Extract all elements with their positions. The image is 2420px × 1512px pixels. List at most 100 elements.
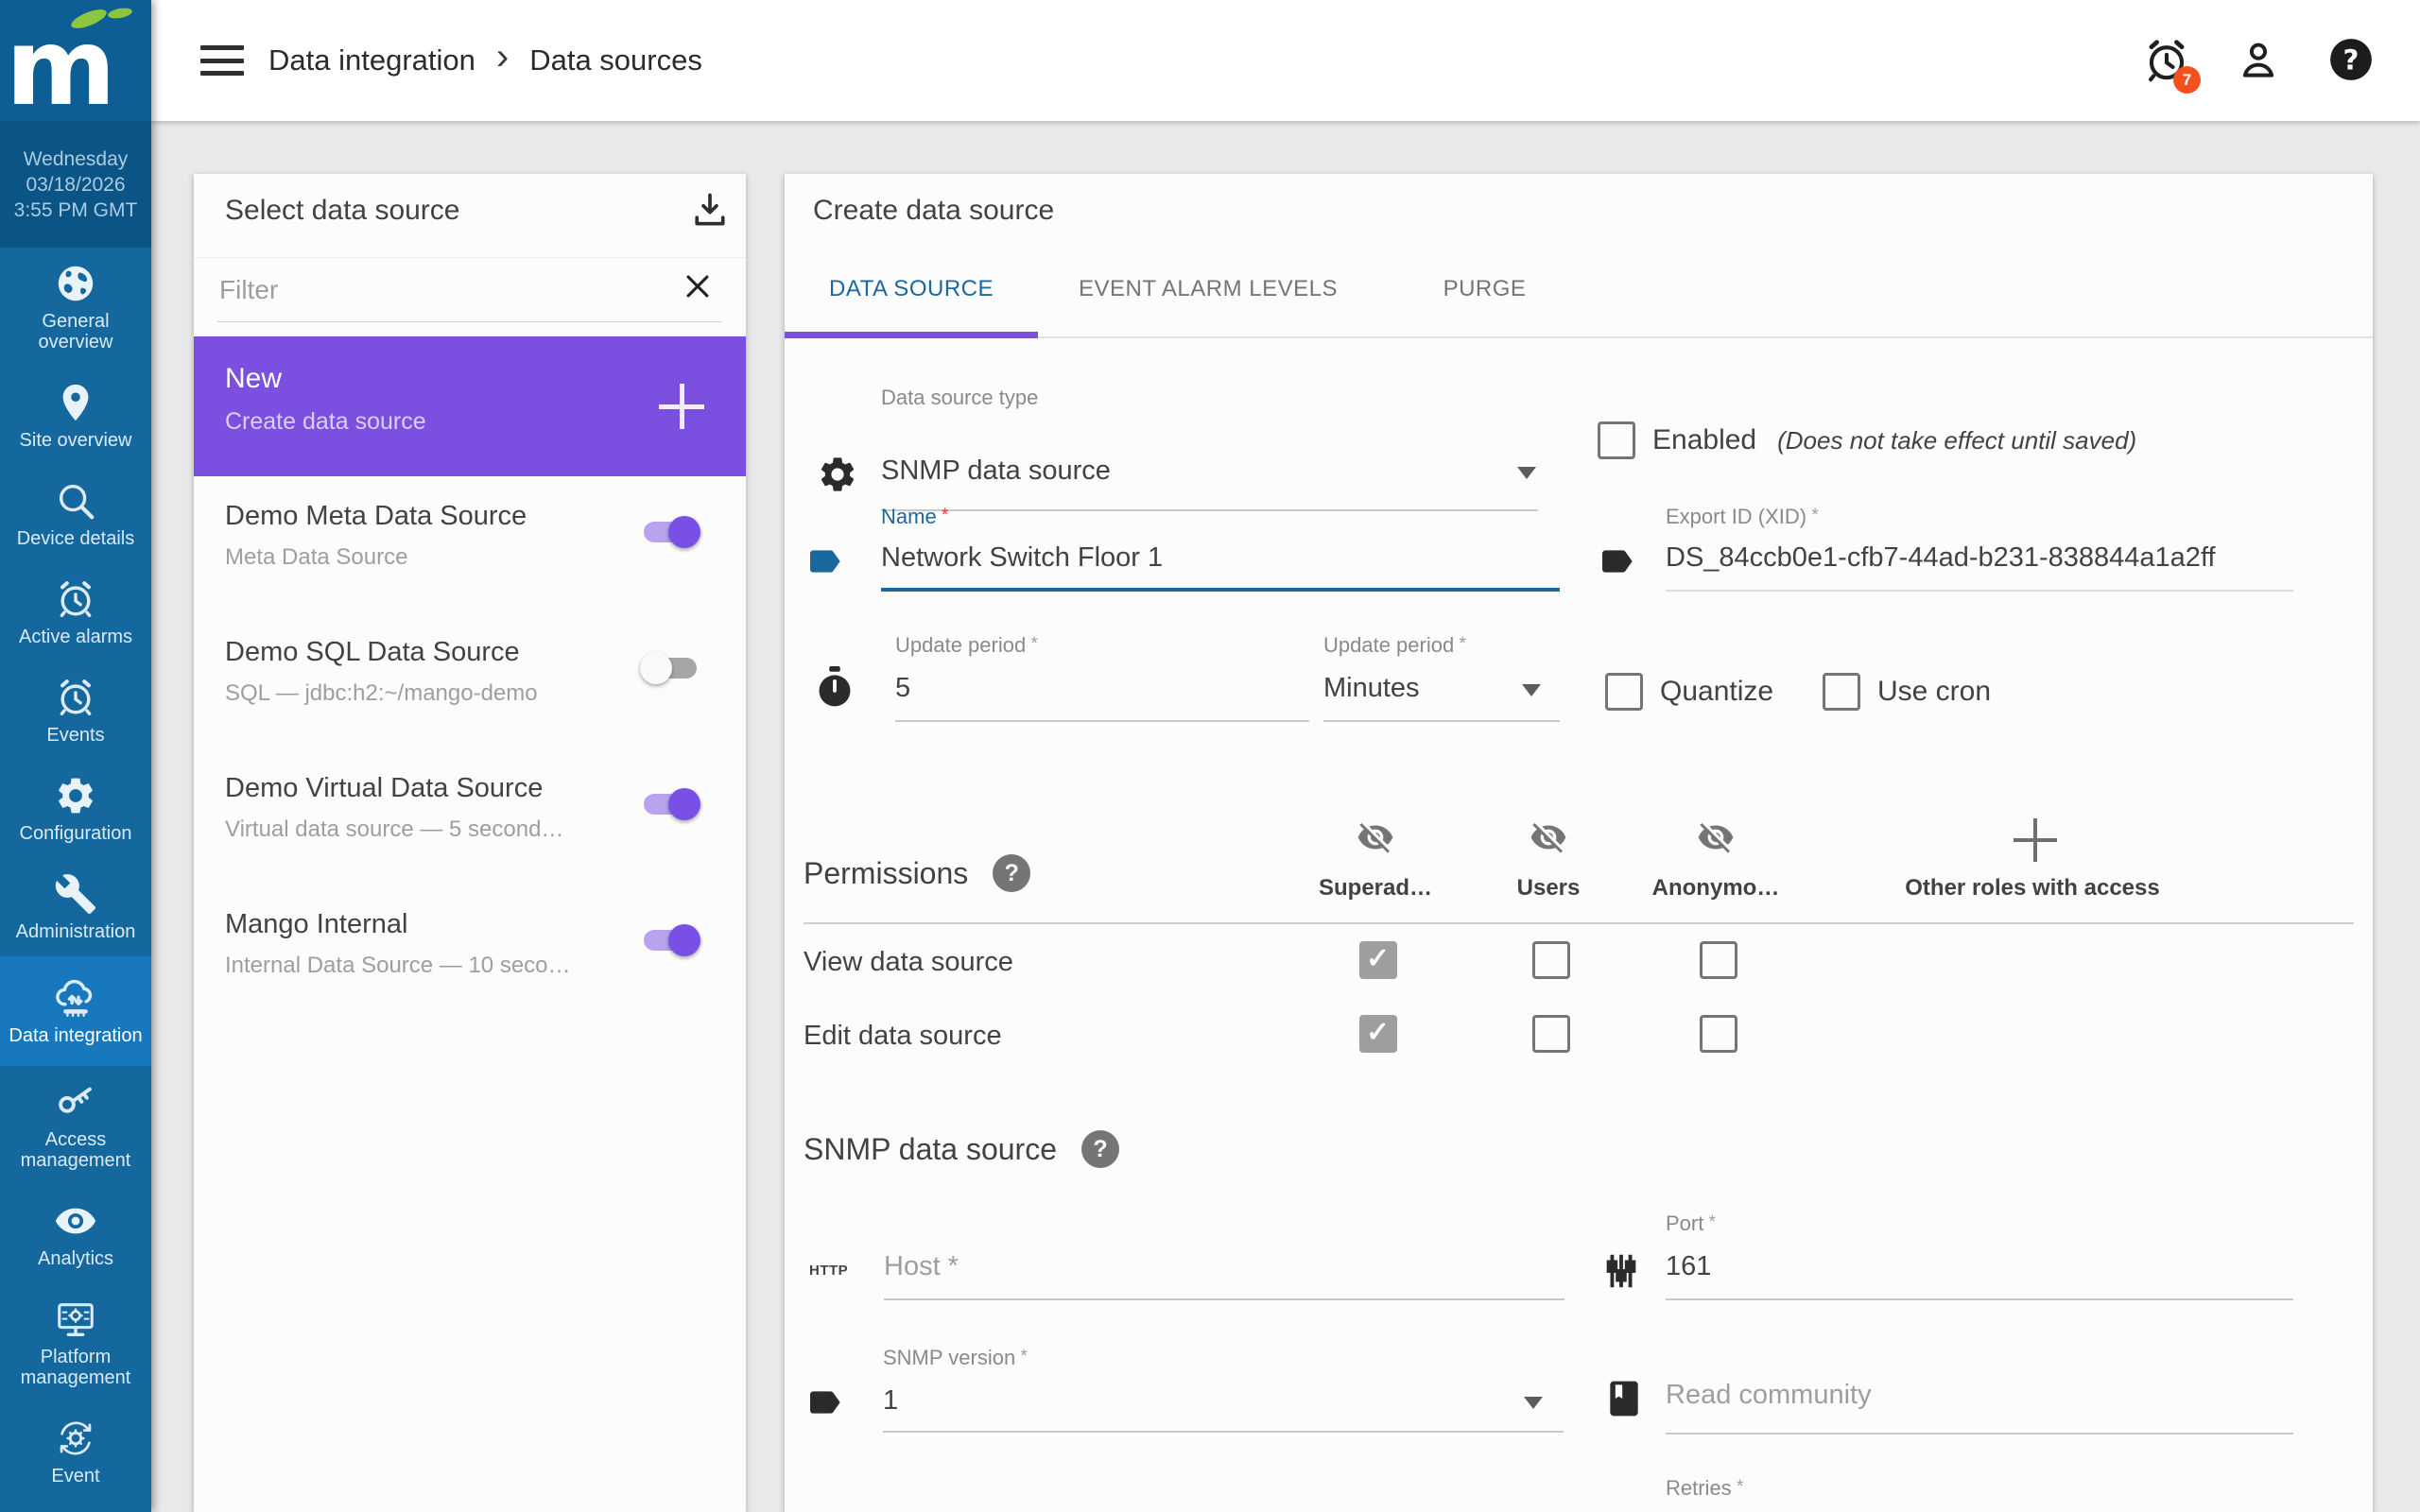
label-tag-icon bbox=[805, 542, 843, 585]
sidebar-nav: General overviewSite overviewDevice deta… bbox=[0, 248, 151, 1512]
chevron-down-icon[interactable] bbox=[1524, 1397, 1543, 1409]
sidebar-item-device-details[interactable]: Device details bbox=[0, 465, 151, 563]
enabled-label: Enabled bbox=[1652, 424, 1756, 456]
enabled-note: (Does not take effect until saved) bbox=[1777, 426, 2136, 455]
name-input[interactable] bbox=[881, 542, 1543, 574]
source-type: Internal Data Source — 10 seco… bbox=[225, 953, 571, 979]
underline bbox=[1323, 720, 1560, 722]
underline bbox=[1666, 1298, 2293, 1300]
snmp-version-select[interactable]: 1 bbox=[883, 1385, 898, 1417]
sidebar-item-general-overview[interactable]: General overview bbox=[0, 248, 151, 367]
enable-toggle[interactable] bbox=[644, 522, 697, 542]
chevron-down-icon[interactable] bbox=[1517, 467, 1536, 479]
update-period-input[interactable] bbox=[895, 673, 1292, 704]
help-icon[interactable]: ? bbox=[1081, 1130, 1119, 1168]
permission-row-label: View data source bbox=[804, 947, 1013, 978]
breadcrumb-data-sources[interactable]: Data sources bbox=[529, 43, 702, 77]
sidebar-item-label: Event bbox=[51, 1466, 99, 1486]
permission-column-label: Superad… bbox=[1300, 875, 1451, 902]
use-cron-label: Use cron bbox=[1877, 676, 1991, 708]
sidebar-clock: Wednesday 03/18/2026 3:55 PM GMT bbox=[0, 121, 151, 248]
add-role-icon[interactable] bbox=[2014, 818, 2057, 862]
breadcrumb-data-integration[interactable]: Data integration bbox=[268, 43, 475, 77]
tab-event-alarm-levels[interactable]: EVENT ALARM LEVELS bbox=[1038, 242, 1378, 336]
enable-toggle[interactable] bbox=[644, 930, 697, 951]
eye-off-icon[interactable] bbox=[1357, 818, 1394, 861]
host-input[interactable] bbox=[884, 1251, 1546, 1282]
data-source-list-item[interactable]: Demo SQL Data SourceSQL — jdbc:h2:~/mang… bbox=[194, 612, 746, 748]
svg-text:?: ? bbox=[2343, 43, 2360, 76]
gear-sync-icon bbox=[54, 1417, 97, 1460]
help-icon[interactable]: ? bbox=[2327, 36, 2377, 85]
gear-icon bbox=[54, 774, 97, 817]
use-cron-checkbox[interactable] bbox=[1823, 673, 1860, 711]
name-label: Name bbox=[881, 505, 948, 529]
retries-label: Retries bbox=[1666, 1476, 1743, 1501]
source-name: Demo Meta Data Source bbox=[225, 501, 527, 532]
gear-icon bbox=[817, 454, 858, 500]
quantize-checkbox[interactable] bbox=[1605, 673, 1643, 711]
unchecked-permission-checkbox[interactable] bbox=[1532, 1015, 1570, 1053]
sidebar-item-event[interactable]: Event bbox=[0, 1402, 151, 1501]
person-icon[interactable] bbox=[2235, 36, 2284, 85]
sliders-icon bbox=[1599, 1247, 1643, 1299]
page-title: Create data source bbox=[813, 195, 1054, 227]
checked-permission-checkbox[interactable] bbox=[1359, 1015, 1397, 1053]
sidebar-item-configuration[interactable]: Configuration bbox=[0, 760, 151, 858]
tab-purge[interactable]: PURGE bbox=[1378, 242, 1591, 336]
alarm-clock-icon[interactable]: 7 bbox=[2142, 36, 2191, 85]
snmp-heading: SNMP data source ? bbox=[804, 1130, 1119, 1168]
clear-filter-icon[interactable] bbox=[682, 270, 714, 302]
timer-icon bbox=[813, 665, 856, 717]
sidebar-item-administration[interactable]: Administration bbox=[0, 858, 151, 956]
sidebar-item-access-management[interactable]: Access management bbox=[0, 1066, 151, 1185]
underline bbox=[881, 509, 1538, 511]
data-source-type-select[interactable]: SNMP data source bbox=[881, 455, 1111, 487]
unchecked-permission-checkbox[interactable] bbox=[1532, 941, 1570, 979]
eye-off-icon[interactable] bbox=[1530, 818, 1567, 861]
filter-row bbox=[194, 257, 746, 336]
sidebar-item-site-overview[interactable]: Site overview bbox=[0, 367, 151, 465]
download-icon[interactable] bbox=[689, 189, 731, 231]
tab-bar: DATA SOURCEEVENT ALARM LEVELS PURGE bbox=[785, 242, 2373, 338]
enable-toggle[interactable] bbox=[644, 794, 697, 815]
unchecked-permission-checkbox[interactable] bbox=[1700, 1015, 1737, 1053]
xid-input[interactable] bbox=[1666, 542, 2290, 574]
underline bbox=[881, 588, 1560, 592]
menu-icon[interactable] bbox=[200, 45, 244, 76]
source-name: Mango Internal bbox=[225, 909, 407, 940]
tab-data-source[interactable]: DATA SOURCE bbox=[785, 242, 1038, 336]
sidebar-item-active-alarms[interactable]: Active alarms bbox=[0, 563, 151, 662]
enable-toggle[interactable] bbox=[644, 658, 697, 679]
new-data-source-item[interactable]: New Create data source bbox=[194, 336, 746, 476]
use-cron-row: Use cron bbox=[1823, 673, 1991, 711]
chevron-down-icon[interactable] bbox=[1522, 684, 1541, 696]
eye-off-icon[interactable] bbox=[1697, 818, 1735, 861]
read-community-input[interactable] bbox=[1666, 1380, 2290, 1411]
sidebar-item-label: Active alarms bbox=[19, 627, 132, 647]
data-source-list-item[interactable]: Mango Internal Internal Data Source — 10 … bbox=[194, 885, 746, 1021]
monitor-gear-icon bbox=[54, 1297, 97, 1341]
update-period-unit-label: Update period bbox=[1323, 633, 1466, 658]
sidebar-item-data-integration[interactable]: Data integration bbox=[0, 956, 151, 1066]
sidebar-item-events[interactable]: Events bbox=[0, 662, 151, 760]
enabled-checkbox[interactable] bbox=[1598, 421, 1635, 459]
port-input[interactable] bbox=[1666, 1251, 2290, 1282]
sidebar-item-analytics[interactable]: Analytics bbox=[0, 1185, 151, 1283]
unchecked-permission-checkbox[interactable] bbox=[1700, 941, 1737, 979]
svg-text:m: m bbox=[6, 7, 116, 117]
checked-permission-checkbox[interactable] bbox=[1359, 941, 1397, 979]
filter-input[interactable] bbox=[217, 274, 675, 306]
data-source-list-item[interactable]: Demo Virtual Data SourceVirtual data sou… bbox=[194, 748, 746, 885]
help-icon[interactable]: ? bbox=[993, 854, 1030, 892]
mango-logo[interactable]: m bbox=[0, 0, 151, 121]
snmp-version-label: SNMP version bbox=[883, 1346, 1028, 1370]
permission-column-label: Anonymo… bbox=[1640, 875, 1791, 902]
data-source-list-item[interactable]: Demo Meta Data SourceMeta Data Source bbox=[194, 476, 746, 612]
tab-label: PURGE bbox=[1443, 276, 1527, 302]
underline bbox=[883, 1431, 1564, 1433]
xid-label: Export ID (XID) bbox=[1666, 505, 1819, 529]
sidebar-item-platform-management[interactable]: Platform management bbox=[0, 1283, 151, 1402]
update-period-unit-select[interactable]: Minutes bbox=[1323, 673, 1420, 704]
clock-day: Wednesday bbox=[24, 149, 129, 169]
